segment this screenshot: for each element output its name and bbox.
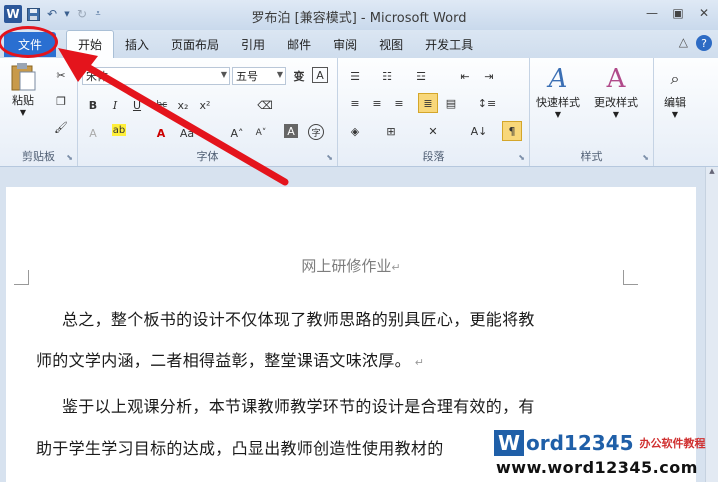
- paragraph-group: ☰ ☷ ☲ ⇤ ⇥ ≡ ≡ ≡ ≣ ▤ ↕≡ ◈ ⊞ ✕ A↓ ¶ 段落 ⬊: [338, 58, 530, 166]
- paragraph-line: 鉴于以上观课分析，本节课教师教学环节的设计是合理有效的，有: [62, 397, 535, 416]
- ribbon-tabs: 文件 开始 插入 页面布局 引用 邮件 审阅 视图 开发工具 △ ?: [0, 26, 718, 58]
- minimize-ribbon-icon[interactable]: △: [679, 35, 688, 51]
- quick-styles-icon: A: [548, 64, 568, 94]
- restore-icon[interactable]: ▣: [668, 4, 688, 22]
- dialog-launcher-icon[interactable]: ⬊: [326, 153, 333, 162]
- sort-icon[interactable]: A↓: [470, 122, 488, 140]
- phonetic-guide-icon[interactable]: 变: [290, 67, 308, 85]
- shrink-font-icon[interactable]: A˅: [252, 124, 270, 142]
- highlight-icon[interactable]: ab: [112, 124, 126, 136]
- cut-icon[interactable]: ✂: [52, 66, 70, 84]
- styles-group: A 快速样式 ▼ A 更改样式 ▼ 样式 ⬊: [530, 58, 654, 166]
- binoculars-icon: ⌕: [670, 69, 680, 88]
- scroll-up-icon[interactable]: ▲: [706, 167, 718, 175]
- align-left-icon[interactable]: ≡: [346, 94, 364, 112]
- tab-insert[interactable]: 插入: [114, 30, 160, 58]
- window-controls: — ▣ ✕: [642, 4, 714, 22]
- strikethrough-icon[interactable]: abc: [150, 96, 168, 114]
- tab-file[interactable]: 文件: [4, 32, 56, 57]
- change-styles-button[interactable]: A 更改样式 ▼: [594, 64, 638, 119]
- character-shading-icon[interactable]: A: [284, 124, 298, 138]
- editing-group: ⌕ 编辑 ▼: [654, 58, 706, 166]
- superscript-icon[interactable]: x²: [196, 96, 214, 114]
- paste-button[interactable]: 粘贴 ▼: [8, 62, 38, 117]
- clear-formatting-icon[interactable]: ⌫: [256, 96, 274, 114]
- paragraph-line: 总之，整个板书的设计不仅体现了教师思路的别具匠心，更能将教: [62, 310, 535, 329]
- tab-view[interactable]: 视图: [368, 30, 414, 58]
- enclose-characters-icon[interactable]: 字: [308, 124, 324, 140]
- watermark-url: www.word12345.com: [496, 458, 698, 477]
- minimize-icon[interactable]: —: [642, 4, 662, 22]
- paragraph-line: 师的文学内涵，二者相得益彰，整堂课语文味浓厚。 ↵: [36, 351, 425, 370]
- distributed-icon[interactable]: ▤: [442, 94, 460, 112]
- show-marks-icon[interactable]: ¶: [502, 121, 522, 141]
- font-group: 宋体 ▼ 五号 ▼ 变 A B I U abc x₂ x² ⌫ A ab A Aa …: [78, 58, 338, 166]
- font-name-combo[interactable]: 宋体 ▼: [82, 67, 230, 85]
- shading-icon[interactable]: ◈: [346, 122, 364, 140]
- borders-icon[interactable]: ⊞: [382, 122, 400, 140]
- editing-button[interactable]: ⌕ 编辑 ▼: [660, 64, 690, 119]
- tab-review[interactable]: 审阅: [322, 30, 368, 58]
- watermark-logo: W: [494, 430, 524, 456]
- change-case-icon[interactable]: Aa: [178, 124, 196, 142]
- tab-mailings[interactable]: 邮件: [276, 30, 322, 58]
- tab-home[interactable]: 开始: [66, 30, 115, 58]
- font-size-combo[interactable]: 五号 ▼: [232, 67, 286, 85]
- close-icon[interactable]: ✕: [694, 4, 714, 22]
- subscript-icon[interactable]: x₂: [174, 96, 192, 114]
- grow-font-icon[interactable]: A˄: [228, 124, 246, 142]
- title-bar: W ↶ ▼ ↻ ⩡ 罗布泊 [兼容模式] - Microsoft Word — …: [0, 0, 718, 30]
- window-title: 罗布泊 [兼容模式] - Microsoft Word: [251, 11, 467, 26]
- font-color-icon[interactable]: A: [152, 124, 170, 142]
- align-right-icon[interactable]: ≡: [390, 94, 408, 112]
- ribbon: 粘贴 ▼ ✂ ❐ 🖌 剪贴板 ⬊ 宋体 ▼ 五号 ▼ 变 A B I U abc x…: [0, 58, 718, 167]
- site-watermark: W ord12345 办公软件教程 www.word12345.com: [494, 430, 706, 477]
- ruler-area: [0, 167, 718, 187]
- paragraph-line: 助于学生学习目标的达成，凸显出教师创造性使用教材的: [36, 439, 444, 458]
- italic-icon[interactable]: I: [106, 96, 124, 114]
- character-border-icon[interactable]: A: [312, 67, 328, 83]
- dialog-launcher-icon[interactable]: ⬊: [66, 153, 73, 162]
- dialog-launcher-icon[interactable]: ⬊: [642, 153, 649, 162]
- clipboard-group: 粘贴 ▼ ✂ ❐ 🖌 剪贴板 ⬊: [0, 58, 78, 166]
- change-styles-icon: A: [606, 64, 626, 94]
- bullets-icon[interactable]: ☰: [346, 67, 364, 85]
- numbering-icon[interactable]: ☷: [378, 67, 396, 85]
- paste-icon: [8, 62, 38, 92]
- bold-icon[interactable]: B: [84, 96, 102, 114]
- format-painter-icon[interactable]: 🖌: [52, 118, 70, 136]
- document-title: 网上研修作业↵: [301, 257, 401, 275]
- tab-page-layout[interactable]: 页面布局: [160, 30, 230, 58]
- tab-developer[interactable]: 开发工具: [414, 30, 484, 58]
- multilevel-list-icon[interactable]: ☲: [412, 67, 430, 85]
- justify-icon[interactable]: ≣: [418, 93, 438, 113]
- decrease-indent-icon[interactable]: ⇤: [456, 67, 474, 85]
- help-icon[interactable]: ?: [696, 35, 712, 51]
- asian-layout-icon[interactable]: ✕: [424, 122, 442, 140]
- text-effects-icon[interactable]: A: [84, 124, 102, 142]
- dialog-launcher-icon[interactable]: ⬊: [518, 153, 525, 162]
- align-center-icon[interactable]: ≡: [368, 94, 386, 112]
- copy-icon[interactable]: ❐: [52, 92, 70, 110]
- increase-indent-icon[interactable]: ⇥: [480, 67, 498, 85]
- quick-styles-button[interactable]: A 快速样式 ▼: [536, 64, 580, 119]
- tab-references[interactable]: 引用: [230, 30, 276, 58]
- underline-icon[interactable]: U: [128, 96, 146, 114]
- line-spacing-icon[interactable]: ↕≡: [478, 94, 496, 112]
